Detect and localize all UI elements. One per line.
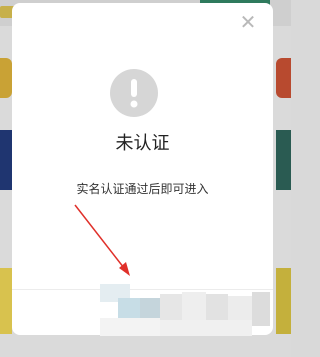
background-tile [0,58,12,98]
dialog-message: 实名认证通过后即可进入 [76,182,209,196]
background-banner [276,268,291,334]
obscured-action-button[interactable] [88,284,278,340]
exclamation-circle-icon [110,69,158,117]
background-banner [0,268,12,334]
close-icon[interactable]: ✕ [237,10,259,34]
dialog-title: 未认证 [115,133,170,154]
background-banner [276,130,291,190]
background-banner [0,130,12,190]
background-tile [276,58,291,98]
